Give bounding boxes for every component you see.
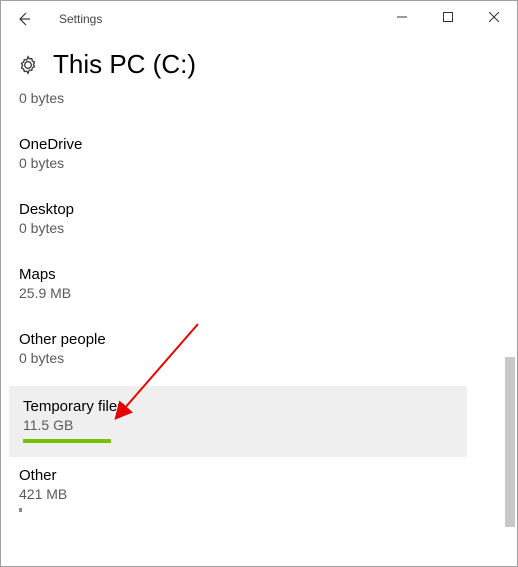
- storage-item-maps[interactable]: Maps 25.9 MB: [5, 256, 503, 321]
- storage-item-label: OneDrive: [19, 136, 489, 153]
- minimize-icon: [397, 12, 407, 22]
- close-icon: [489, 12, 499, 22]
- window-controls: [379, 1, 517, 33]
- storage-item-other-people[interactable]: Other people 0 bytes: [5, 321, 503, 386]
- storage-item-label: Desktop: [19, 201, 489, 218]
- storage-item-size: 0 bytes: [19, 350, 489, 366]
- storage-item-size: 0 bytes: [19, 155, 489, 171]
- storage-item-size: 0 bytes: [19, 220, 489, 236]
- titlebar: Settings: [1, 1, 517, 37]
- minimize-button[interactable]: [379, 1, 425, 33]
- storage-item-label: Other: [19, 467, 489, 484]
- window-title: Settings: [59, 12, 102, 26]
- storage-item-label: Temporary files: [23, 398, 453, 415]
- storage-item-size: 25.9 MB: [19, 285, 489, 301]
- storage-item-size: 421 MB: [19, 486, 489, 502]
- storage-usage-bar: [19, 508, 22, 512]
- storage-item-size: 0 bytes: [19, 90, 489, 106]
- maximize-button[interactable]: [425, 1, 471, 33]
- storage-list: Mail 0 bytes OneDrive 0 bytes Desktop 0 …: [5, 89, 503, 562]
- storage-usage-bar: [23, 439, 111, 443]
- gear-icon: [17, 54, 39, 76]
- maximize-icon: [443, 12, 453, 22]
- page-title: This PC (C:): [53, 49, 196, 80]
- storage-item-onedrive[interactable]: OneDrive 0 bytes: [5, 126, 503, 191]
- back-arrow-icon: [16, 11, 32, 27]
- storage-item-other[interactable]: Other 421 MB: [5, 457, 503, 514]
- storage-item-desktop[interactable]: Desktop 0 bytes: [5, 191, 503, 256]
- storage-item-label: Other people: [19, 331, 489, 348]
- storage-item-size: 11.5 GB: [23, 417, 453, 433]
- scrollbar[interactable]: [505, 91, 515, 562]
- back-button[interactable]: [1, 1, 47, 37]
- storage-item-label: Maps: [19, 266, 489, 283]
- storage-item-temporary-files[interactable]: Temporary files 11.5 GB: [9, 386, 467, 457]
- close-button[interactable]: [471, 1, 517, 33]
- page-header: This PC (C:): [1, 37, 517, 88]
- scrollbar-thumb[interactable]: [505, 357, 515, 527]
- storage-item-mail[interactable]: Mail 0 bytes: [5, 89, 503, 126]
